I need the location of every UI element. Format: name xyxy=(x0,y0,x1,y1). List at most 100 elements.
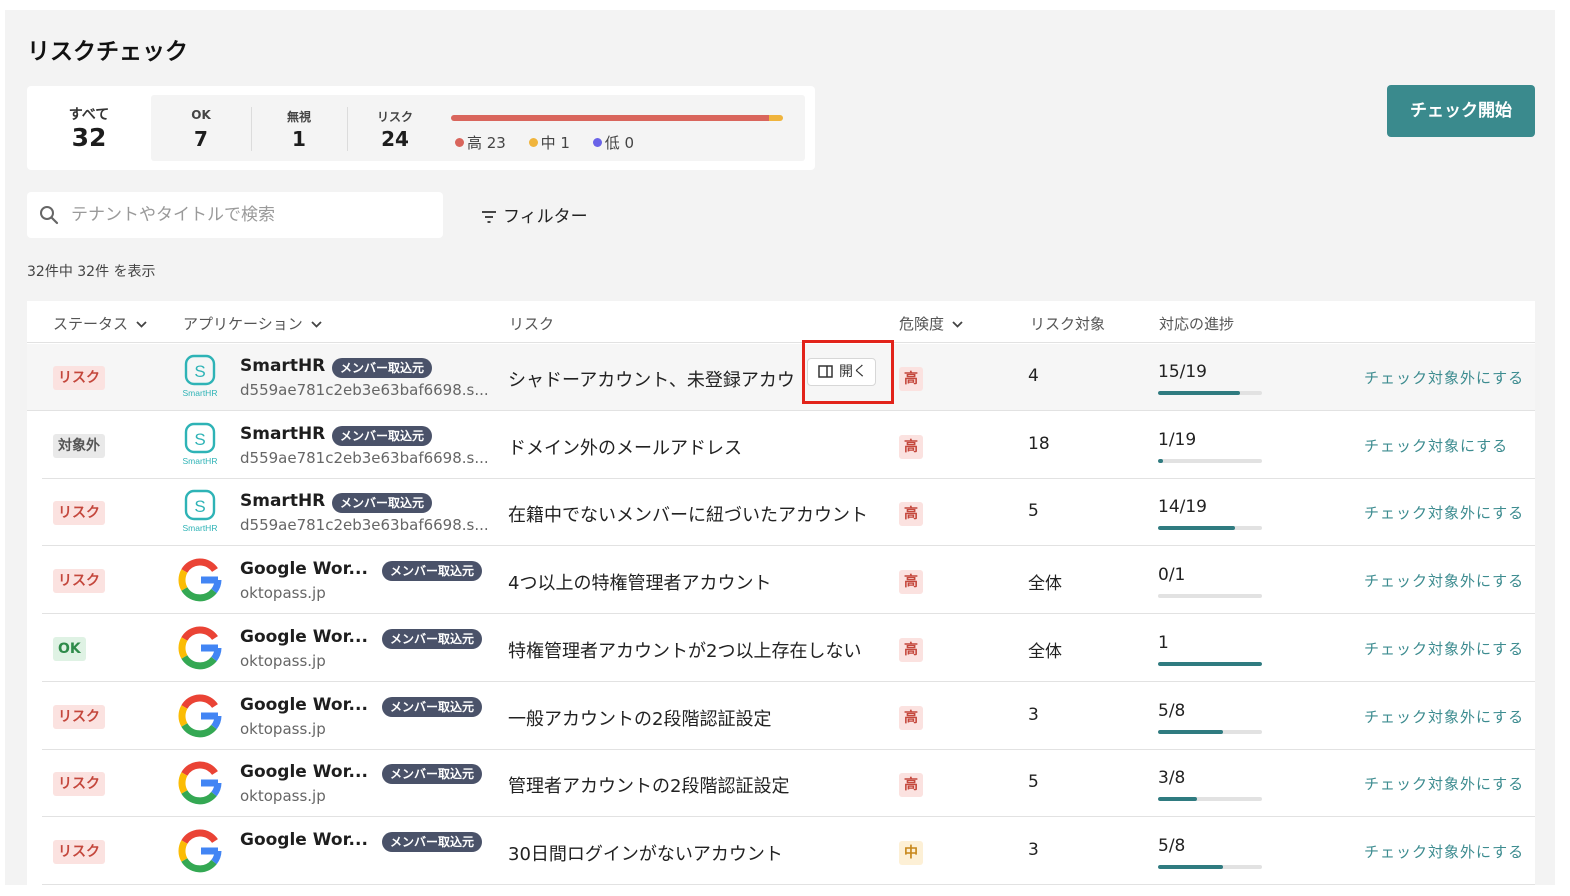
app-name[interactable]: SmartHR xyxy=(240,356,325,376)
table-row[interactable]: リスク Google Wor... メンバー取込元 oktopass.jp 一般アカウン… xyxy=(42,682,1535,750)
app-name[interactable]: SmartHR xyxy=(240,424,325,444)
risk-target-count: 18 xyxy=(1028,433,1050,454)
toggle-check-target-link[interactable]: チェック対象外にする xyxy=(1364,367,1524,388)
tenant-id: d559ae781c2eb3e63baf6698.s... xyxy=(240,381,489,399)
header-app-label: アプリケーション xyxy=(183,315,303,333)
summary-ok-value: 7 xyxy=(194,127,208,151)
risk-bar-high xyxy=(451,115,770,121)
toggle-check-target-link[interactable]: チェック対象にする xyxy=(1364,435,1508,456)
filter-button[interactable]: フィルター xyxy=(481,202,588,227)
app-name[interactable]: Google Wor... xyxy=(240,627,368,647)
progress-fill xyxy=(1158,526,1235,531)
toggle-check-target-link[interactable]: チェック対象外にする xyxy=(1364,638,1524,659)
smarthr-icon: S SmartHR xyxy=(178,489,222,535)
danger-badge: 高 xyxy=(899,570,923,595)
table-row[interactable]: リスク Google Wor... メンバー取込元 oktopass.jp 管理者アカウ… xyxy=(42,750,1535,818)
tenant-id: oktopass.jp xyxy=(240,584,326,603)
header-status[interactable]: ステータス xyxy=(53,313,147,334)
summary-risk-label: リスク xyxy=(376,110,413,124)
progress-bar xyxy=(1158,458,1262,463)
summary-risk[interactable]: リスク 24 xyxy=(347,95,443,161)
legend-mid-text: 中 1 xyxy=(540,134,570,152)
progress-text: 0/1 xyxy=(1158,565,1186,586)
progress-text: 1/19 xyxy=(1158,429,1197,450)
risk-table: ステータス アプリケーション リスク 危険度 リスク対象 対応の進捗 リスク S S… xyxy=(27,301,1535,885)
summary-ok-label: OK xyxy=(191,108,211,122)
toggle-check-target-link[interactable]: チェック対象外にする xyxy=(1364,773,1524,794)
google-icon xyxy=(178,557,222,603)
status-badge: リスク xyxy=(53,704,105,729)
tenant-id: oktopass.jp xyxy=(240,719,326,738)
legend-high: 高 23 xyxy=(455,134,506,152)
toggle-check-target-link[interactable]: チェック対象外にする xyxy=(1364,706,1524,727)
summary-ignore-label: 無視 xyxy=(286,110,311,124)
header-danger[interactable]: 危険度 xyxy=(899,313,963,334)
status-badge: リスク xyxy=(53,366,105,390)
risk-target-count: 5 xyxy=(1028,501,1039,522)
risk-title[interactable]: 30日間ログインがないアカウント xyxy=(508,840,783,866)
table-row[interactable]: OK Google Wor... メンバー取込元 oktopass.jp 特権管理者アカ… xyxy=(42,614,1535,682)
progress-bar xyxy=(1158,864,1262,869)
progress-text: 1 xyxy=(1158,632,1169,653)
header-target: リスク対象 xyxy=(1030,315,1106,333)
danger-badge: 高 xyxy=(899,434,923,459)
app-name[interactable]: SmartHR xyxy=(240,491,325,511)
chevron-down-icon xyxy=(136,321,147,328)
table-row[interactable]: リスク S SmartHR SmartHR メンバー取込元 d559ae781c2eb3e… xyxy=(27,344,1535,411)
member-source-tag: メンバー取込元 xyxy=(332,493,433,514)
progress-fill xyxy=(1158,391,1241,395)
risk-title[interactable]: シャドーアカウント、未登録アカウ xyxy=(508,366,795,392)
header-progress: 対応の進捗 xyxy=(1159,315,1235,333)
status-badge: リスク xyxy=(53,772,105,797)
table-row[interactable]: リスク S SmartHR SmartHR メンバー取込元 d559ae781c2eb3e… xyxy=(42,479,1535,547)
toggle-check-target-link[interactable]: チェック対象外にする xyxy=(1364,570,1524,591)
risk-title[interactable]: 一般アカウントの2段階認証設定 xyxy=(508,705,771,731)
app-name[interactable]: Google Wor... xyxy=(240,830,368,850)
start-check-button[interactable]: チェック開始 xyxy=(1387,85,1535,137)
member-source-tag: メンバー取込元 xyxy=(332,425,433,446)
status-badge: リスク xyxy=(53,839,105,864)
risk-title[interactable]: 管理者アカウントの2段階認証設定 xyxy=(508,772,789,798)
tenant-id: oktopass.jp xyxy=(240,787,326,806)
toggle-check-target-link[interactable]: チェック対象外にする xyxy=(1364,502,1524,523)
summary-risk-value: 24 xyxy=(381,127,409,151)
filter-label: フィルター xyxy=(503,207,588,227)
svg-text:S: S xyxy=(194,430,205,449)
table-row[interactable]: リスク Google Wor... メンバー取込元 oktopass.jp 4つ以上の特… xyxy=(42,547,1535,615)
chevron-down-icon xyxy=(952,321,963,328)
app-name[interactable]: Google Wor... xyxy=(240,559,368,579)
risk-title[interactable]: 在籍中でないメンバーに紐づいたアカウント xyxy=(508,501,868,527)
header-app[interactable]: アプリケーション xyxy=(183,313,322,334)
svg-text:S: S xyxy=(194,497,205,516)
risk-title[interactable]: ドメイン外のメールアドレス xyxy=(508,434,742,460)
risk-title[interactable]: 特権管理者アカウントが2つ以上存在しない xyxy=(508,637,861,663)
member-source-tag: メンバー取込元 xyxy=(382,696,483,717)
search-box[interactable] xyxy=(27,192,443,238)
summary-all[interactable]: すべて 32 xyxy=(27,86,151,170)
progress-text: 5/8 xyxy=(1158,835,1186,856)
progress-fill xyxy=(1158,864,1223,869)
danger-badge: 高 xyxy=(899,502,923,527)
summary-ok[interactable]: OK 7 xyxy=(151,95,251,161)
google-icon xyxy=(178,760,222,806)
google-icon xyxy=(178,693,222,739)
summary-panel: すべて 32 OK 7 無視 1 リスク 24 高 23 中 1 低 0 xyxy=(27,86,815,170)
app-name[interactable]: Google Wor... xyxy=(240,695,368,715)
risk-title[interactable]: 4つ以上の特権管理者アカウント xyxy=(508,569,771,595)
table-row[interactable]: リスク Google Wor... メンバー取込元 30日間ログインがないアカウント 中… xyxy=(42,817,1535,885)
search-input[interactable] xyxy=(71,199,431,231)
risk-bar-mid xyxy=(769,115,783,121)
app-name[interactable]: Google Wor... xyxy=(240,762,368,782)
google-icon xyxy=(178,828,222,874)
toggle-check-target-link[interactable]: チェック対象外にする xyxy=(1364,841,1524,862)
summary-ignore[interactable]: 無視 1 xyxy=(251,95,347,161)
legend-low-text: 低 0 xyxy=(604,134,635,152)
table-row[interactable]: 対象外 S SmartHR SmartHR メンバー取込元 d559ae781c2eb3e… xyxy=(42,411,1535,479)
progress-bar xyxy=(1158,391,1262,395)
progress-text: 5/8 xyxy=(1158,700,1186,721)
status-badge: OK xyxy=(53,636,86,661)
member-source-tag: メンバー取込元 xyxy=(382,628,483,649)
table-header: ステータス アプリケーション リスク 危険度 リスク対象 対応の進捗 xyxy=(27,301,1535,343)
risk-target-count: 3 xyxy=(1028,704,1039,725)
status-badge: 対象外 xyxy=(53,433,105,458)
